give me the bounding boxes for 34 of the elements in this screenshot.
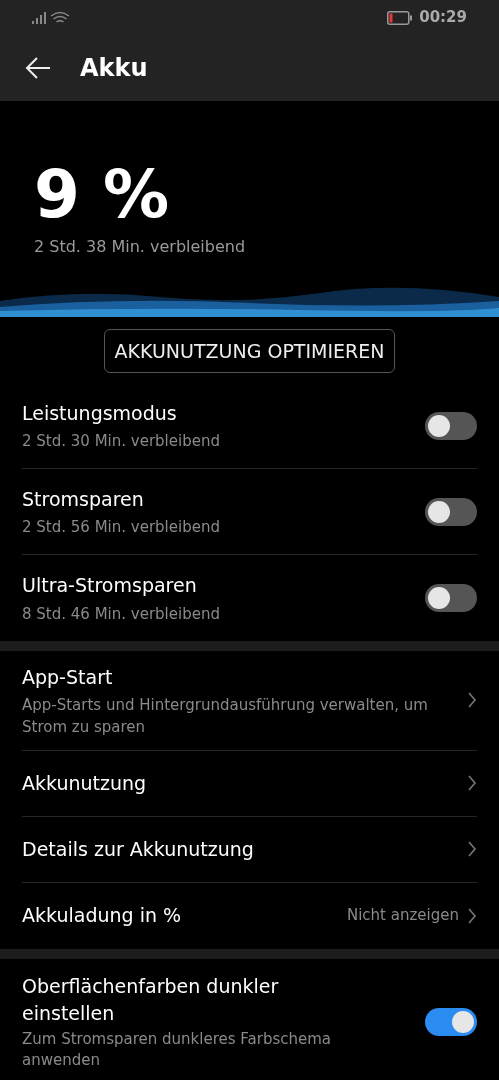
page-title: Akku [80, 53, 148, 84]
setting-title: Oberflächenfarben dunkler einstellen [22, 973, 280, 1026]
link-subtitle: App-Starts und Hintergrundausführung verwalten, um Strom zu sparen [22, 694, 429, 738]
toggle-switch[interactable] [425, 411, 477, 440]
battery-icon [387, 10, 414, 25]
toggle-switch[interactable] [425, 584, 477, 612]
chevron-right-icon [467, 840, 477, 858]
setting-title: Ultra-Stromsparen [22, 573, 198, 598]
chevron-right-icon [467, 774, 477, 792]
toggle-switch[interactable] [425, 497, 477, 526]
link-value: Nicht anzeigen [346, 905, 459, 927]
link-title: Akkuladung in % [22, 903, 182, 929]
back-arrow-icon[interactable] [24, 56, 52, 80]
toggle-switch[interactable] [425, 1007, 477, 1036]
setting-title: Stromsparen [22, 486, 145, 512]
optimize-button[interactable]: AKKUNUTZUNG OPTIMIEREN [103, 329, 396, 373]
link-title: Details zur Akkunutzung [22, 836, 254, 862]
chevron-right-icon [467, 691, 477, 710]
setting-subtitle: 2 Std. 56 Min. verbleibend [22, 517, 220, 538]
remaining-time: 2 Std. 38 Min. verbleibend [34, 236, 247, 258]
setting-subtitle: Zum Stromsparen dunkleres Farbschema anwenden [22, 1028, 333, 1071]
settings-link[interactable]: Details zur Akkunutzung [22, 816, 477, 883]
link-title: App-Start [22, 665, 114, 690]
settings-link[interactable]: Akkuladung in % Nicht anzeigen [22, 882, 477, 949]
link-title: Akkunutzung [22, 770, 147, 796]
setting-subtitle: 8 Std. 46 Min. verbleibend [22, 603, 220, 625]
settings-link[interactable]: Akkunutzung [22, 750, 477, 817]
signal-wifi-icon [32, 10, 72, 25]
settings-link[interactable]: App-Start App-Starts und Hintergrundausführung verwalten, um Strom zu sparen [22, 651, 477, 751]
status-time: 00:29 [419, 7, 467, 29]
battery-percentage: 9 % [34, 159, 171, 231]
chevron-right-icon [467, 906, 477, 925]
setting-title: Leistungsmodus [22, 400, 178, 426]
setting-subtitle: 2 Std. 30 Min. verbleibend [22, 431, 220, 452]
